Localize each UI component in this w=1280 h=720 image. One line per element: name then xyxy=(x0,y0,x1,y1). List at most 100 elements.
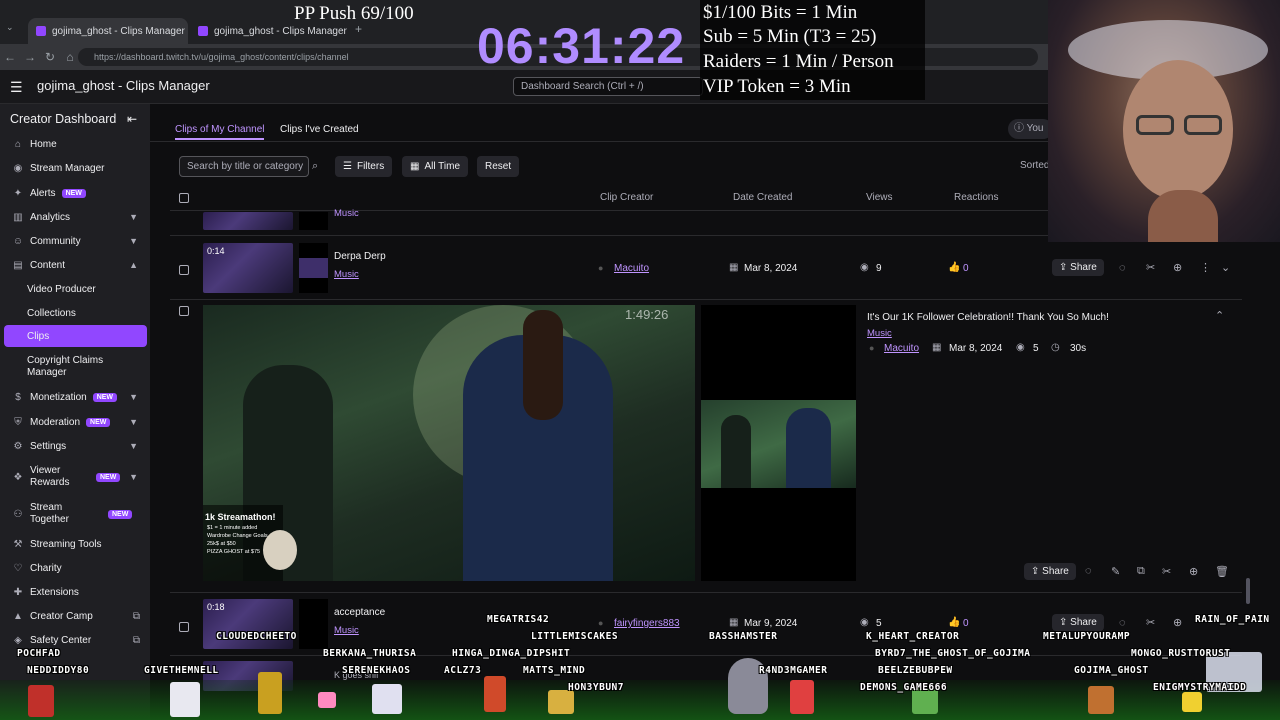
tab-clips-i-created[interactable]: Clips I've Created xyxy=(280,124,359,140)
share-button[interactable]: ⇪ Share xyxy=(1052,259,1104,276)
sidebar-item-streaming-tools[interactable]: ⚒ Streaming Tools xyxy=(0,533,150,555)
reset-button[interactable]: Reset xyxy=(477,156,520,177)
delete-icon[interactable]: 🗑 xyxy=(1215,565,1229,578)
edit-pencil-icon[interactable]: ✎ xyxy=(1111,565,1120,578)
clip-video-player[interactable]: 1k Streamathon! $1 = 1 minute added Ward… xyxy=(203,305,695,581)
sidebar-item-creator-camp[interactable]: ▲ Creator Camp ⧉ xyxy=(0,605,150,627)
share-button[interactable]: ⇪ Share xyxy=(1052,614,1104,631)
clip-date: Mar 9, 2024 xyxy=(744,618,798,629)
sidebar-subitem-collections[interactable]: Collections xyxy=(0,302,150,324)
filters-button[interactable]: ☰ Filters xyxy=(335,156,393,177)
reload-icon[interactable]: ↻ xyxy=(40,50,60,64)
new-badge: NEW xyxy=(92,392,118,402)
info-you-button[interactable]: ⓘ You xyxy=(1008,119,1053,139)
hamburger-menu-icon[interactable]: ☰ xyxy=(10,79,23,96)
column-views[interactable]: Views xyxy=(866,192,893,203)
eye-icon: ◉ xyxy=(860,617,869,628)
sidebar-item-stream-together[interactable]: ⚇ Stream Together NEW xyxy=(0,499,150,529)
chatter-name: DEMONS_GAME666 xyxy=(860,682,948,693)
chevron-down-icon: ▼ xyxy=(129,441,138,451)
sidebar-subitem-video-producer[interactable]: Video Producer xyxy=(0,278,150,300)
clip-title[interactable]: Derpa Derp xyxy=(334,251,386,262)
row-divider xyxy=(170,592,1242,593)
chatter-name: POCHFAD xyxy=(17,648,61,659)
chatter-name: RAIN_OF_PAIN xyxy=(1195,614,1270,625)
scissors-icon[interactable]: ✂ xyxy=(1146,261,1155,274)
row-checkbox[interactable] xyxy=(179,622,189,632)
loading-icon[interactable]: ◌ xyxy=(1085,565,1092,577)
chatter-name: K_HEART_CREATOR xyxy=(866,631,960,642)
sidebar-item-home[interactable]: ⌂ Home xyxy=(0,133,150,155)
loading-icon[interactable]: ◌ xyxy=(1119,617,1126,629)
more-options-icon[interactable]: ⋮ xyxy=(1200,261,1211,274)
tools-icon: ⚒ xyxy=(13,538,23,550)
chatter-sprite xyxy=(1182,692,1202,712)
forward-icon[interactable]: → xyxy=(20,50,40,64)
sidebar-item-monetization[interactable]: $ Monetization NEW ▼ xyxy=(0,386,150,408)
chatter-sprite xyxy=(318,692,336,708)
download-icon[interactable]: ⊕ xyxy=(1189,565,1198,578)
tab-list-icon[interactable]: ⌄ xyxy=(6,22,14,33)
clip-creator-link[interactable]: Macuito xyxy=(884,343,919,354)
chevron-down-icon: ▼ xyxy=(129,236,138,246)
scissors-icon[interactable]: ✂ xyxy=(1162,565,1171,578)
sidebar-item-viewer-rewards[interactable]: ❖ Viewer Rewards NEW ▼ xyxy=(0,462,150,492)
chevron-down-icon: ▼ xyxy=(129,212,138,222)
clip-thumbnail[interactable] xyxy=(203,212,293,230)
search-icon[interactable]: ⌕ xyxy=(312,156,329,177)
clip-creator-link[interactable]: Macuito xyxy=(614,263,649,274)
overlay-rule-sub: Sub = 5 Min (T3 = 25) xyxy=(703,26,877,47)
chatter-name: MEGATRIS42 xyxy=(487,614,550,625)
chevron-down-icon[interactable]: ⌄ xyxy=(1221,261,1230,274)
sidebar-item-content[interactable]: ▤ Content ▲ xyxy=(0,254,150,276)
share-button[interactable]: ⇪ Share xyxy=(1024,563,1076,580)
clip-title[interactable]: acceptance xyxy=(334,607,385,618)
external-link-icon: ⧉ xyxy=(132,634,140,646)
home-browser-icon[interactable]: ⌂ xyxy=(60,50,80,64)
row-checkbox[interactable] xyxy=(179,306,189,316)
expanded-clip-title[interactable]: It's Our 1K Follower Celebration!! Thank… xyxy=(867,312,1109,323)
shield-icon: ⛨ xyxy=(14,416,22,428)
row-checkbox[interactable] xyxy=(179,265,189,275)
tab-clips-of-my-channel[interactable]: Clips of My Channel xyxy=(175,124,265,140)
sidebar-item-community[interactable]: ☺ Community ▼ xyxy=(0,230,150,252)
browser-tab-1[interactable]: gojima_ghost - Clips Manager - Tw xyxy=(28,18,188,44)
dashboard-search-input[interactable]: Dashboard Search (Ctrl + /) xyxy=(513,77,703,96)
column-clip-creator[interactable]: Clip Creator xyxy=(600,192,653,203)
sidebar-subitem-clips[interactable]: Clips xyxy=(4,325,147,347)
column-date-created[interactable]: Date Created xyxy=(733,192,792,203)
sidebar-item-moderation[interactable]: ⛨ Moderation NEW ▼ xyxy=(0,411,150,433)
sidebar-item-alerts[interactable]: ✦ Alerts NEW xyxy=(0,182,150,204)
sidebar-item-extensions[interactable]: ✚ Extensions xyxy=(0,581,150,603)
sidebar-subitem-copyright-claims[interactable]: Copyright Claims Manager xyxy=(0,352,130,382)
collapse-sidebar-icon[interactable]: ⇤ xyxy=(127,112,137,126)
sidebar-item-stream-manager[interactable]: ◉ Stream Manager xyxy=(0,157,150,179)
clip-category-link[interactable]: Music xyxy=(334,208,359,216)
scrollbar-thumb[interactable] xyxy=(1246,578,1250,604)
sidebar-item-charity[interactable]: ♡ Charity xyxy=(0,557,150,579)
chatter-sprite xyxy=(484,676,506,712)
loading-icon[interactable]: ◌ xyxy=(1119,262,1126,274)
chatter-name: METALUPYOURAMP xyxy=(1043,631,1131,642)
sorted-label[interactable]: Sorted xyxy=(1020,160,1049,171)
performer-left xyxy=(721,415,751,488)
clip-category-link[interactable]: Music xyxy=(334,269,359,280)
scissors-icon[interactable]: ✂ xyxy=(1146,616,1155,629)
all-time-button[interactable]: ▦ All Time xyxy=(402,156,469,177)
chatter-name: BERKANA_THURISA xyxy=(323,648,417,659)
select-all-checkbox[interactable] xyxy=(179,193,189,203)
download-icon[interactable]: ⊕ xyxy=(1173,261,1182,274)
clip-category-link[interactable]: Music xyxy=(334,625,359,636)
sidebar-item-analytics[interactable]: ▥ Analytics ▼ xyxy=(0,206,150,228)
clip-search-input[interactable]: Search by title or category xyxy=(179,156,309,177)
back-icon[interactable]: ← xyxy=(0,50,20,64)
chevron-up-icon[interactable]: ⌃ xyxy=(1215,309,1224,322)
overlay-rule-vip: VIP Token = 3 Min xyxy=(703,76,851,97)
chatter-sprite xyxy=(790,680,814,714)
clip-creator-link[interactable]: fairyfingers883 xyxy=(614,618,680,629)
sidebar-item-settings[interactable]: ⚙ Settings ▼ xyxy=(0,435,150,457)
column-reactions[interactable]: Reactions xyxy=(954,192,998,203)
download-icon[interactable]: ⊕ xyxy=(1173,616,1182,629)
clip-category-link[interactable]: Music xyxy=(867,328,892,339)
external-link-icon[interactable]: ⧉ xyxy=(1137,565,1145,578)
